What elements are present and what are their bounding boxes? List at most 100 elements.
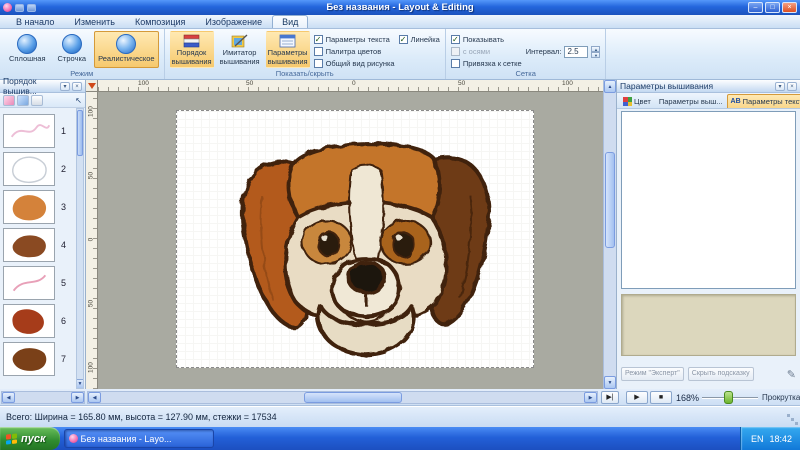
text-ab-icon: AB bbox=[731, 98, 741, 105]
stitch-order-button[interactable]: Порядок вышивания bbox=[170, 31, 214, 68]
checkbox-color-palette[interactable]: Палитра цветов bbox=[314, 47, 395, 56]
panel-pin-icon[interactable]: ▾ bbox=[60, 82, 70, 91]
scroll-down-icon[interactable]: ▼ bbox=[604, 376, 616, 389]
checkbox-color-palette-box[interactable] bbox=[314, 47, 323, 56]
stitch-simulator-button[interactable]: Имитатор вышивания bbox=[218, 31, 262, 68]
system-tray: EN 18:42 bbox=[740, 427, 800, 450]
checkbox-text-parameters-box[interactable]: ✓ bbox=[314, 35, 323, 44]
spinner-down-icon[interactable]: ▼ bbox=[591, 52, 600, 58]
hint-preview-area bbox=[621, 294, 796, 356]
grid-interval-label: Интервал: bbox=[526, 47, 562, 56]
parameters-list-area[interactable] bbox=[621, 111, 796, 289]
stitch-view-button[interactable]: Строчка bbox=[54, 31, 91, 68]
resize-grip[interactable] bbox=[787, 414, 790, 417]
stitch-step-7[interactable]: 7 bbox=[3, 340, 73, 378]
checkbox-grid-show[interactable]: ✓Показывать bbox=[451, 35, 522, 44]
order-scroll-right-icon[interactable]: ▶ bbox=[71, 392, 84, 403]
zoom-slider[interactable] bbox=[702, 391, 758, 404]
checkbox-grid-snap-box[interactable] bbox=[451, 59, 460, 68]
order-view-icon-1[interactable] bbox=[3, 95, 15, 106]
tab-home[interactable]: В начало bbox=[6, 15, 64, 28]
hide-hint-button[interactable]: Скрыть подсказку bbox=[688, 367, 754, 381]
checkbox-overview[interactable]: Общий вид рисунка bbox=[314, 59, 395, 68]
canvas-vertical-scrollbar[interactable]: ▲ ▼ bbox=[603, 80, 616, 389]
ruler-origin-marker bbox=[88, 83, 96, 89]
checkbox-grid-show-box[interactable]: ✓ bbox=[451, 35, 460, 44]
skip-to-end-button[interactable]: ▶| bbox=[601, 391, 619, 404]
panel-pin-icon-2[interactable]: ▾ bbox=[775, 82, 785, 91]
order-scroll-left-icon[interactable]: ◀ bbox=[2, 392, 15, 403]
color-palette-icon bbox=[623, 97, 632, 106]
stitch-parameters-button[interactable]: Параметры вышивания bbox=[266, 31, 310, 68]
ruler-origin bbox=[86, 80, 98, 92]
order-panel-hscrollbar[interactable]: ◀ ▶ bbox=[1, 391, 85, 404]
canvas-scroll-right-icon[interactable]: ▶ bbox=[584, 392, 597, 403]
stitch-step-4[interactable]: 4 bbox=[3, 226, 73, 264]
order-list-scrollbar[interactable]: ▼ bbox=[76, 108, 84, 389]
design-page[interactable] bbox=[176, 110, 534, 368]
checkbox-grid-axes-box[interactable] bbox=[451, 47, 460, 56]
tab-image[interactable]: Изображение bbox=[195, 15, 272, 28]
start-button[interactable]: пуск bbox=[0, 427, 60, 450]
stitch-order-panel-title: Порядок вышив... bbox=[3, 76, 60, 96]
canvas-vscroll-thumb[interactable] bbox=[605, 152, 615, 248]
tab-view[interactable]: Вид bbox=[272, 15, 308, 28]
tab-edit[interactable]: Изменить bbox=[64, 15, 125, 28]
close-button[interactable]: × bbox=[782, 2, 797, 13]
dog-eye-left bbox=[319, 232, 340, 257]
checkbox-ruler[interactable]: ✓Линейка bbox=[399, 35, 440, 44]
application-window: Без названия - Layout & Editing – □ × В … bbox=[0, 0, 800, 450]
stitch-step-3[interactable]: 3 bbox=[3, 188, 73, 226]
panel-close-icon[interactable]: × bbox=[72, 82, 82, 91]
realistic-view-button[interactable]: Реалистическое bbox=[94, 31, 159, 68]
play-button[interactable]: ▶ bbox=[626, 391, 648, 404]
stitch-order-icon bbox=[183, 34, 200, 48]
order-view-icon-3[interactable] bbox=[31, 95, 43, 106]
stitch-parameters-icon bbox=[279, 34, 296, 48]
dog-eye-highlight-left bbox=[322, 235, 328, 241]
scroll-up-icon[interactable]: ▲ bbox=[604, 80, 616, 93]
language-indicator[interactable]: EN bbox=[751, 434, 764, 444]
stop-button[interactable]: ■ bbox=[650, 391, 672, 404]
dog-blaze bbox=[349, 165, 383, 263]
maximize-button[interactable]: □ bbox=[765, 2, 780, 13]
stitch-step-5[interactable]: 5 bbox=[3, 264, 73, 302]
grid-interval-input[interactable]: 2.5 bbox=[564, 46, 588, 58]
tab-composition[interactable]: Композиция bbox=[125, 15, 195, 28]
group-label-show-hide: Показать/скрыть bbox=[165, 69, 445, 79]
design-workspace[interactable] bbox=[98, 92, 603, 389]
stitch-step-2[interactable]: 2 bbox=[3, 150, 73, 188]
taskbar-task-button[interactable]: Без названия - Layo... bbox=[64, 429, 214, 448]
dog-nose bbox=[348, 263, 384, 293]
embroidery-dog-svg[interactable] bbox=[203, 114, 525, 362]
ribbon-group-show-hide: Порядок вышивания Имитатор вышивания Пар… bbox=[165, 29, 446, 79]
checkbox-grid-snap[interactable]: Привязка к сетке bbox=[451, 59, 522, 68]
checkbox-ruler-box[interactable]: ✓ bbox=[399, 35, 408, 44]
order-list-scroll-thumb[interactable] bbox=[77, 110, 83, 156]
realistic-view-icon bbox=[116, 34, 136, 54]
grid-interval-spinner[interactable]: ▲▼ bbox=[591, 46, 600, 58]
canvas-scroll-left-icon[interactable]: ◀ bbox=[88, 392, 101, 403]
checkbox-text-parameters[interactable]: ✓Параметры текста bbox=[314, 35, 395, 44]
edit-pencil-icon[interactable]: ✎ bbox=[787, 368, 796, 381]
tab-text-parameters[interactable]: ABПараметры текста bbox=[727, 94, 800, 108]
tab-color[interactable]: Цвет bbox=[619, 94, 655, 108]
tab-sewing-parameters[interactable]: Параметры выш... bbox=[655, 94, 727, 108]
canvas-horizontal-scrollbar[interactable]: ◀ ▶ bbox=[87, 391, 598, 404]
select-cursor-icon[interactable]: ↖ bbox=[75, 96, 82, 105]
order-list-scroll-down-icon[interactable]: ▼ bbox=[77, 379, 83, 388]
order-view-icon-2[interactable] bbox=[17, 95, 29, 106]
expert-mode-button[interactable]: Режим "Эксперт" bbox=[621, 367, 684, 381]
status-bar: Всего: Ширина = 165.80 мм, высота = 127.… bbox=[0, 406, 800, 427]
vertical-ruler: 100 50 0 50 100 bbox=[86, 92, 98, 389]
panel-close-icon-2[interactable]: × bbox=[787, 82, 797, 91]
minimize-button[interactable]: – bbox=[748, 2, 763, 13]
stitch-step-1[interactable]: 1 bbox=[3, 112, 73, 150]
zoom-slider-thumb[interactable] bbox=[724, 391, 733, 404]
solid-view-button[interactable]: Сплошная bbox=[5, 31, 50, 68]
canvas-hscroll-thumb[interactable] bbox=[304, 392, 402, 403]
checkbox-overview-box[interactable] bbox=[314, 59, 323, 68]
stitch-step-6[interactable]: 6 bbox=[3, 302, 73, 340]
dog-eye-right bbox=[393, 232, 414, 257]
checkbox-grid-axes[interactable]: с осями bbox=[451, 47, 522, 56]
